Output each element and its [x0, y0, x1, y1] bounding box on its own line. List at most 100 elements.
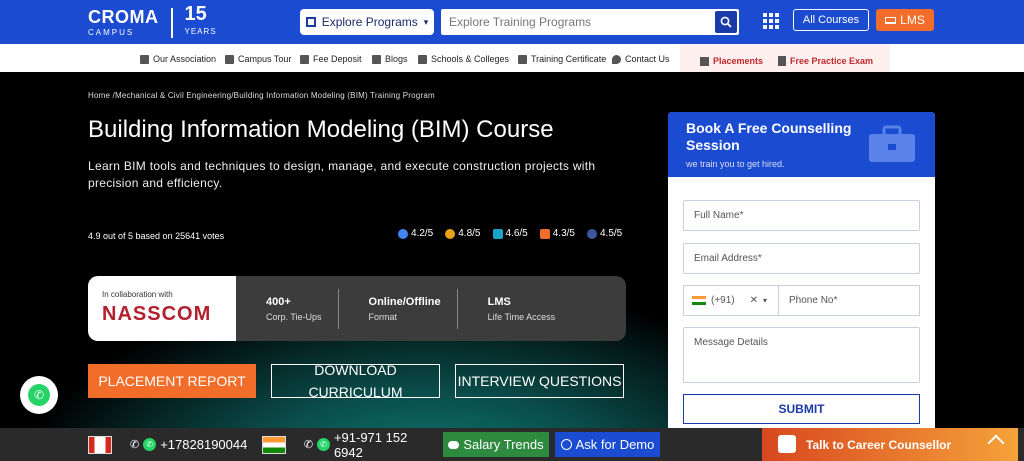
whatsapp-icon: ✆ — [317, 438, 330, 451]
facebook-icon — [587, 228, 597, 239]
stat-label: Corp. Tie-Ups — [266, 311, 322, 322]
whatsapp-float-button[interactable]: ✆ — [20, 376, 58, 414]
counsellor-icon — [778, 435, 796, 453]
email-field[interactable]: Email Address* — [683, 243, 920, 274]
collaboration-panel: In collaboration with NASSCOM 400+ Corp. … — [88, 276, 626, 341]
nav-label: Blogs — [385, 54, 408, 64]
nav-training-certificate[interactable]: Training Certificate — [518, 54, 606, 64]
nav-fee-deposit[interactable]: Fee Deposit — [300, 54, 362, 64]
salary-trends-label: Salary Trends — [463, 437, 544, 452]
nasscom-logo: NASSCOM — [102, 303, 212, 325]
form-title: Book A Free Counselling Session — [686, 120, 852, 153]
whatsapp-icon: ✆ — [28, 384, 50, 406]
career-counsellor-label: Talk to Career Counsellor — [806, 437, 952, 452]
urbanpro-rating: 4.6/5 — [492, 228, 528, 239]
facebook-rating: 4.5/5 — [587, 228, 622, 239]
nav-free-practice-exam[interactable]: Free Practice Exam — [778, 56, 873, 66]
croma-campus-logo[interactable]: CROMA CAMPUS 15 YEARS — [88, 3, 217, 40]
location-icon — [612, 54, 621, 64]
canada-phone-link[interactable]: ✆ ✆ +17828190044 — [88, 432, 248, 457]
chevron-up-icon[interactable] — [987, 434, 1005, 452]
india-flag-icon — [262, 435, 286, 454]
rating-summary: 4.9 out of 5 based on 25641 votes — [88, 231, 225, 241]
all-courses-button[interactable]: All Courses — [793, 9, 869, 31]
nav-label: Schools & Colleges — [431, 54, 510, 64]
school-icon — [418, 54, 427, 64]
bottom-contact-bar: ✆ ✆ +17828190044 ✆ ✆ +91-971 152 6942 Sa… — [0, 428, 1024, 461]
rating-value: 4.8/5 — [458, 228, 481, 239]
clear-icon[interactable]: ✕ — [750, 295, 758, 306]
explore-programs-button[interactable]: Explore Programs ▾ — [300, 9, 434, 35]
course-subtitle: Learn BIM tools and techniques to design… — [88, 159, 596, 190]
nav-placements[interactable]: Placements — [700, 56, 763, 66]
collab-label: In collaboration with — [102, 290, 173, 299]
chevron-down-icon: ▾ — [423, 16, 429, 27]
laptop-icon — [885, 16, 897, 24]
nav-contact-us[interactable]: Contact Us — [612, 54, 670, 64]
india-phone-link[interactable]: ✆ ✆ +91-971 152 6942 — [262, 429, 439, 460]
search-button[interactable] — [715, 11, 737, 33]
stat-value: 400+ — [266, 295, 291, 308]
phone-icon: ✆ — [303, 439, 314, 451]
stat-value: Online/Offline — [368, 295, 441, 308]
logo-name: CROMA — [88, 7, 159, 27]
counselling-form: Book A Free Counselling Session we train… — [668, 112, 935, 428]
nav-our-association[interactable]: Our Association — [140, 54, 216, 64]
download-curriculum-button[interactable]: DOWNLOAD CURRICULUM — [271, 362, 440, 400]
thumbs-up-icon — [700, 56, 709, 66]
google-icon — [398, 228, 408, 239]
sulekha-icon — [445, 228, 456, 239]
platform-ratings: 4.2/5 4.8/5 4.6/5 4.3/5 4.5/5 — [398, 228, 622, 239]
briefcase-icon — [869, 125, 915, 162]
stat-label: Life Time Access — [487, 311, 556, 322]
salary-trends-button[interactable]: Salary Trends — [443, 432, 549, 457]
page-title: Building Information Modeling (BIM) Cour… — [88, 116, 554, 143]
top-header: CROMA CAMPUS 15 YEARS Explore Programs ▾… — [0, 0, 1024, 44]
message-field[interactable]: Message Details — [683, 327, 920, 383]
career-counsellor-button[interactable]: Talk to Career Counsellor — [762, 428, 1018, 461]
submit-button[interactable]: SUBMIT — [683, 394, 920, 424]
country-code-select[interactable]: (+91) ✕ ▾ — [684, 286, 779, 315]
logo-divider — [170, 8, 173, 38]
phone-number: +91-971 152 6942 — [333, 429, 408, 460]
lms-button[interactable]: LMS — [876, 9, 934, 31]
logo-years: 15 — [184, 3, 207, 25]
building-icon — [225, 54, 234, 64]
grid-menu-icon — [305, 17, 316, 27]
nav-label: Our Association — [153, 54, 217, 64]
breadcrumb[interactable]: Home /Mechanical & Civil Engineering/Bui… — [88, 91, 435, 100]
urbanpro-icon — [492, 228, 503, 239]
rating-value: 4.6/5 — [505, 228, 528, 239]
sulekha-rating: 4.8/5 — [445, 228, 481, 239]
nav-label: Fee Deposit — [313, 54, 362, 64]
search-icon — [720, 16, 732, 28]
cloud-icon — [448, 440, 460, 449]
stats-strip: 400+ Corp. Tie-Ups Online/Offline Format L… — [236, 276, 626, 341]
full-name-field[interactable]: Full Name* — [683, 200, 920, 231]
nav-schools-colleges[interactable]: Schools & Colleges — [418, 54, 509, 64]
stat-lms: LMS Life Time Access — [458, 289, 572, 329]
rss-icon — [372, 54, 381, 64]
search-bar — [441, 9, 739, 35]
phone-field[interactable]: Phone No* — [779, 286, 837, 315]
nav-blogs[interactable]: Blogs — [372, 54, 408, 64]
apps-grid-icon[interactable] — [763, 13, 779, 29]
play-icon — [560, 439, 572, 450]
stat-value: LMS — [487, 295, 511, 308]
country-code-value: (+91) — [711, 295, 735, 306]
nav-label: Campus Tour — [238, 54, 292, 64]
nav-campus-tour[interactable]: Campus Tour — [225, 54, 291, 64]
placement-report-button[interactable]: PLACEMENT REPORT — [88, 364, 256, 398]
justdial-rating: 4.3/5 — [539, 228, 575, 239]
chevron-down-icon: ▾ — [763, 296, 768, 305]
india-flag-icon — [692, 296, 706, 305]
placement-strip: Placements Free Practice Exam — [680, 44, 890, 74]
interview-questions-button[interactable]: INTERVIEW QUESTIONS — [455, 364, 624, 398]
phone-row: (+91) ✕ ▾ Phone No* — [683, 285, 920, 316]
ask-for-demo-button[interactable]: Ask for Demo — [555, 432, 660, 457]
logo-years-label: YEARS — [184, 27, 217, 36]
nasscom-collab: In collaboration with NASSCOM — [88, 276, 236, 341]
search-input[interactable] — [441, 9, 706, 35]
association-icon — [140, 54, 149, 64]
justdial-icon — [539, 228, 550, 239]
